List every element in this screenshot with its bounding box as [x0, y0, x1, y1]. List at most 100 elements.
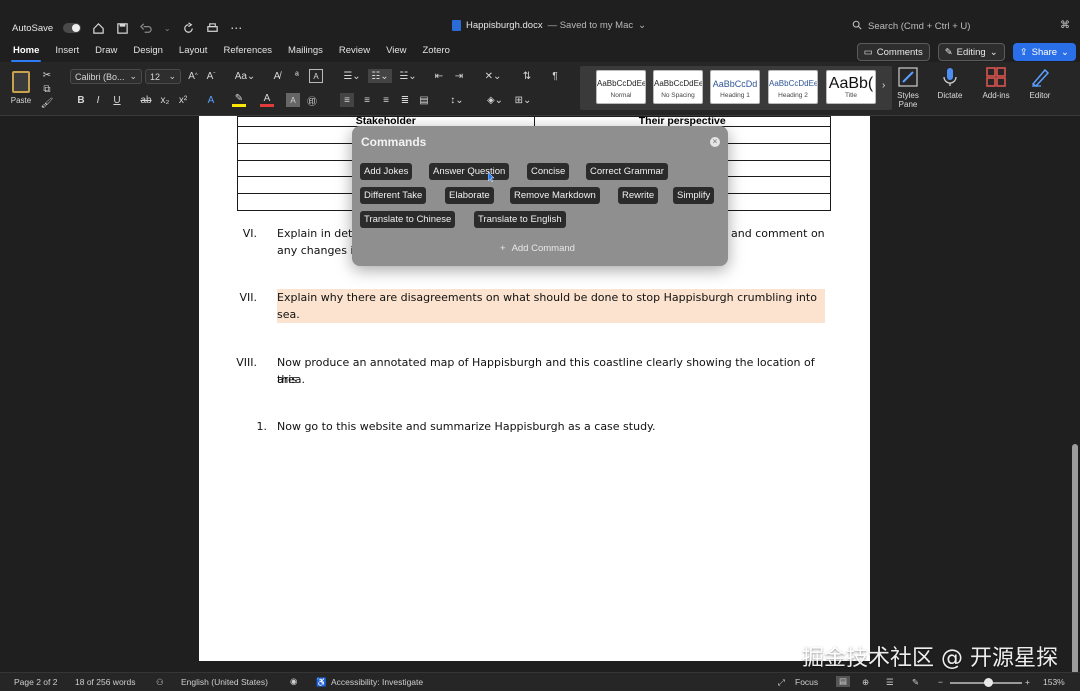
command-translate-chinese[interactable]: Translate to Chinese [360, 211, 456, 228]
character-shading-icon[interactable]: A [286, 93, 300, 107]
decrease-indent-icon[interactable]: ⇤ [432, 69, 446, 83]
borders-icon[interactable]: ⊞⌄ [512, 93, 534, 107]
autosave-toggle[interactable] [63, 23, 82, 33]
list-item-text[interactable]: and comment on [731, 225, 825, 242]
shrink-font-icon[interactable]: Aˇ [204, 69, 218, 83]
dictate-button[interactable]: Dictate [930, 66, 970, 112]
command-different-take[interactable]: Different Take [360, 187, 427, 204]
add-command-button[interactable]: + Add Command [500, 243, 575, 254]
tab-draw[interactable]: Draw [87, 42, 125, 62]
page-indicator[interactable]: Page 2 of 2 [14, 677, 57, 687]
command-elaborate[interactable]: Elaborate [445, 187, 494, 204]
outline-view-icon[interactable]: ☰ [886, 677, 894, 688]
underline-icon[interactable]: U [110, 93, 124, 107]
web-layout-icon[interactable]: ⊕ [862, 677, 869, 688]
tab-zotero[interactable]: Zotero [414, 42, 457, 62]
copy-icon[interactable]: ⧉ [40, 82, 54, 96]
tab-review[interactable]: Review [331, 42, 378, 62]
save-icon[interactable] [115, 21, 129, 35]
style-title[interactable]: AaBb(Title [826, 70, 876, 104]
editing-button[interactable]: ✎ Editing ⌄ [937, 43, 1005, 61]
command-answer-question[interactable]: Answer Question [429, 163, 510, 180]
zoom-in-icon[interactable]: + [1025, 677, 1030, 687]
list-item-text[interactable]: Explain in deta [277, 225, 359, 242]
style-heading-2[interactable]: AaBbCcDdEe Heading 2 [768, 70, 818, 104]
home-icon[interactable] [91, 21, 105, 35]
tab-insert[interactable]: Insert [47, 42, 87, 62]
enclose-characters-icon[interactable]: ㊞ [305, 93, 319, 108]
numbering-icon[interactable]: ☷⌄ [368, 69, 392, 83]
align-left-icon[interactable]: ≡ [340, 93, 354, 107]
list-item-text[interactable]: area. [277, 371, 305, 388]
tab-view[interactable]: View [378, 42, 414, 62]
search-box[interactable]: Search (Cmd + Ctrl + U) [852, 20, 970, 33]
tab-references[interactable]: References [215, 42, 280, 62]
cut-icon[interactable]: ✂ [40, 68, 54, 82]
distributed-icon[interactable]: ▤ [417, 93, 431, 107]
print-icon[interactable] [205, 21, 219, 35]
bullets-icon[interactable]: ☰⌄ [340, 69, 364, 83]
list-item-text[interactable]: Now go to this website and summarize Hap… [277, 418, 656, 435]
shading-icon[interactable]: ◈⌄ [484, 93, 506, 107]
record-icon[interactable]: ◉ [290, 676, 297, 687]
chevron-down-icon[interactable]: ⌄ [638, 20, 646, 31]
grow-font-icon[interactable]: A ^ [186, 69, 200, 83]
font-size-select[interactable]: 12 ⌄ [145, 69, 181, 84]
command-concise[interactable]: Concise [527, 163, 570, 180]
command-translate-english[interactable]: Translate to English [474, 211, 566, 228]
language-indicator[interactable]: English (United States) [181, 677, 268, 687]
change-case-icon[interactable]: Aa⌄ [232, 69, 258, 83]
list-item-text[interactable]: any changes in [277, 242, 360, 259]
align-right-icon[interactable]: ≡ [379, 93, 393, 107]
print-layout-icon[interactable]: ▤ [836, 676, 851, 687]
close-icon[interactable]: × [710, 137, 720, 147]
multilevel-list-icon[interactable]: ☱⌄ [396, 69, 420, 83]
show-formatting-icon[interactable]: ¶ [548, 69, 562, 83]
chevron-right-icon[interactable]: › [882, 80, 885, 91]
addins-button[interactable]: Add-ins [976, 66, 1016, 112]
vertical-scrollbar[interactable] [1072, 444, 1078, 691]
asian-layout-icon[interactable]: ✕⌄ [482, 69, 504, 83]
increase-indent-icon[interactable]: ⇥ [452, 69, 466, 83]
style-normal[interactable]: AaBbCcDdEe Normal [596, 70, 646, 104]
focus-button[interactable]: Focus [795, 677, 818, 687]
table-header-stakeholder[interactable]: Stakeholder [237, 116, 535, 127]
justify-icon[interactable]: ≣ [398, 93, 412, 107]
character-border-icon[interactable]: A [309, 69, 323, 83]
phonetic-guide-icon[interactable]: ª [290, 69, 304, 83]
more-icon[interactable]: ⋯ [229, 21, 243, 35]
font-name-select[interactable]: Calibri (Bo... ⌄ [70, 69, 142, 84]
styles-pane-button[interactable]: Styles Pane [888, 66, 928, 112]
line-spacing-icon[interactable]: ↕⌄ [446, 93, 468, 107]
superscript-icon[interactable]: x² [176, 93, 190, 107]
zoom-level[interactable]: 153% [1043, 677, 1065, 687]
align-center-icon[interactable]: ≡ [360, 93, 374, 107]
command-rewrite[interactable]: Rewrite [618, 187, 659, 204]
highlight-icon[interactable]: ✎ [232, 93, 246, 107]
font-color-icon[interactable]: A [260, 93, 274, 107]
draft-view-icon[interactable]: ✎ [912, 677, 919, 688]
sort-icon[interactable]: ⇅ [520, 69, 534, 83]
copilot-icon[interactable]: ⌘ [1060, 20, 1070, 31]
undo-icon[interactable] [139, 21, 153, 35]
clear-formatting-icon[interactable]: A̸ [270, 69, 284, 83]
accessibility-status[interactable]: Accessibility: Investigate [331, 677, 423, 687]
style-no-spacing[interactable]: AaBbCcDdEe No Spacing [653, 70, 703, 104]
command-simplify[interactable]: Simplify [673, 187, 715, 204]
word-count[interactable]: 18 of 256 words [75, 677, 135, 687]
command-remove-markdown[interactable]: Remove Markdown [510, 187, 600, 204]
subscript-icon[interactable]: x₂ [158, 93, 172, 107]
tab-mailings[interactable]: Mailings [280, 42, 331, 62]
comments-button[interactable]: ▭ Comments [856, 43, 930, 61]
track-changes-icon[interactable]: ⚇ [156, 677, 164, 688]
text-effects-icon[interactable]: A [204, 93, 218, 107]
bold-icon[interactable]: B [74, 93, 88, 107]
style-heading-1[interactable]: AaBbCcDd Heading 1 [710, 70, 760, 104]
editor-button[interactable]: Editor [1020, 66, 1060, 112]
format-painter-icon[interactable]: 🖌 [40, 96, 54, 110]
tab-layout[interactable]: Layout [171, 42, 216, 62]
tab-design[interactable]: Design [125, 42, 171, 62]
zoom-out-icon[interactable]: − [938, 677, 943, 687]
share-button[interactable]: ⇪ Share ⌄ [1012, 43, 1076, 61]
list-item-text[interactable]: Now produce an annotated map of Happisbu… [277, 354, 833, 388]
